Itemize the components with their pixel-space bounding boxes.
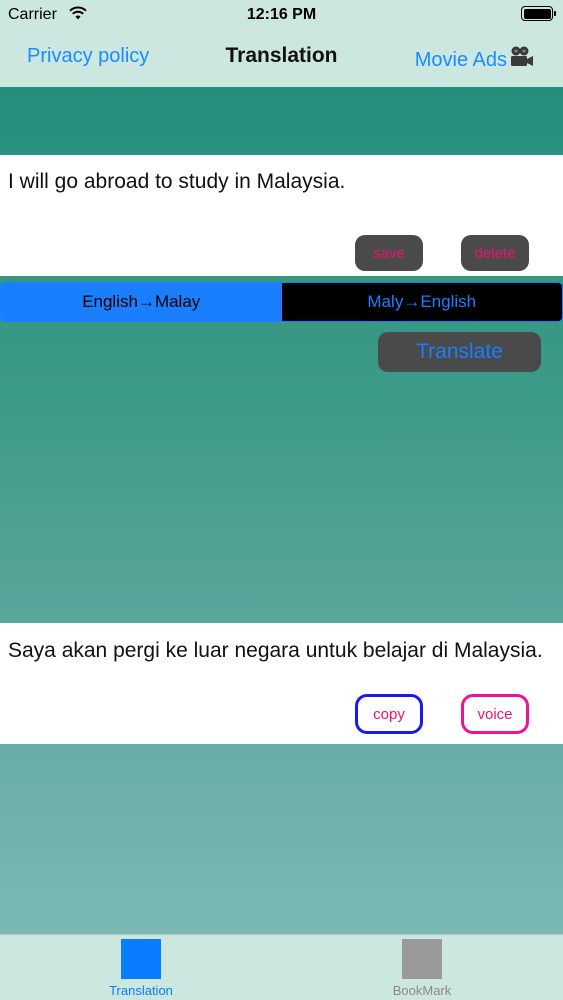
translate-button[interactable]: Translate [378,332,541,372]
segment-malay-english[interactable]: Maly→English [281,283,562,321]
tab-bar: Translation BookMark [0,934,563,1000]
voice-button[interactable]: voice [461,694,529,734]
bookmark-tab-icon [402,939,442,979]
movie-ads-button[interactable]: Movie Ads [415,45,535,75]
translation-tab-icon [121,939,161,979]
clock: 12:16 PM [246,6,317,23]
movie-camera-icon [509,45,535,75]
source-text-input[interactable]: I will go abroad to study in Malaysia. [8,170,345,194]
tab-bookmark-label: BookMark [392,983,452,998]
translation-output-text: Saya akan pergi ke luar negara untuk bel… [8,639,543,662]
copy-button[interactable]: copy [355,694,423,734]
save-button[interactable]: save [355,235,423,271]
status-bar: Carrier 12:16 PM [0,0,563,30]
nav-bar: Privacy policy Translation Movie Ads [0,30,563,87]
movie-ads-label: Movie Ads [414,48,507,71]
direction-selector: English→Malay Maly→English [0,282,563,322]
tab-bookmark[interactable]: BookMark [362,939,482,998]
tab-translation[interactable]: Translation [81,939,201,998]
tab-translation-label: Translation [109,983,173,998]
battery-icon [521,6,556,21]
segment-english-malay[interactable]: English→Malay [1,283,282,321]
delete-button[interactable]: delete [461,235,529,271]
